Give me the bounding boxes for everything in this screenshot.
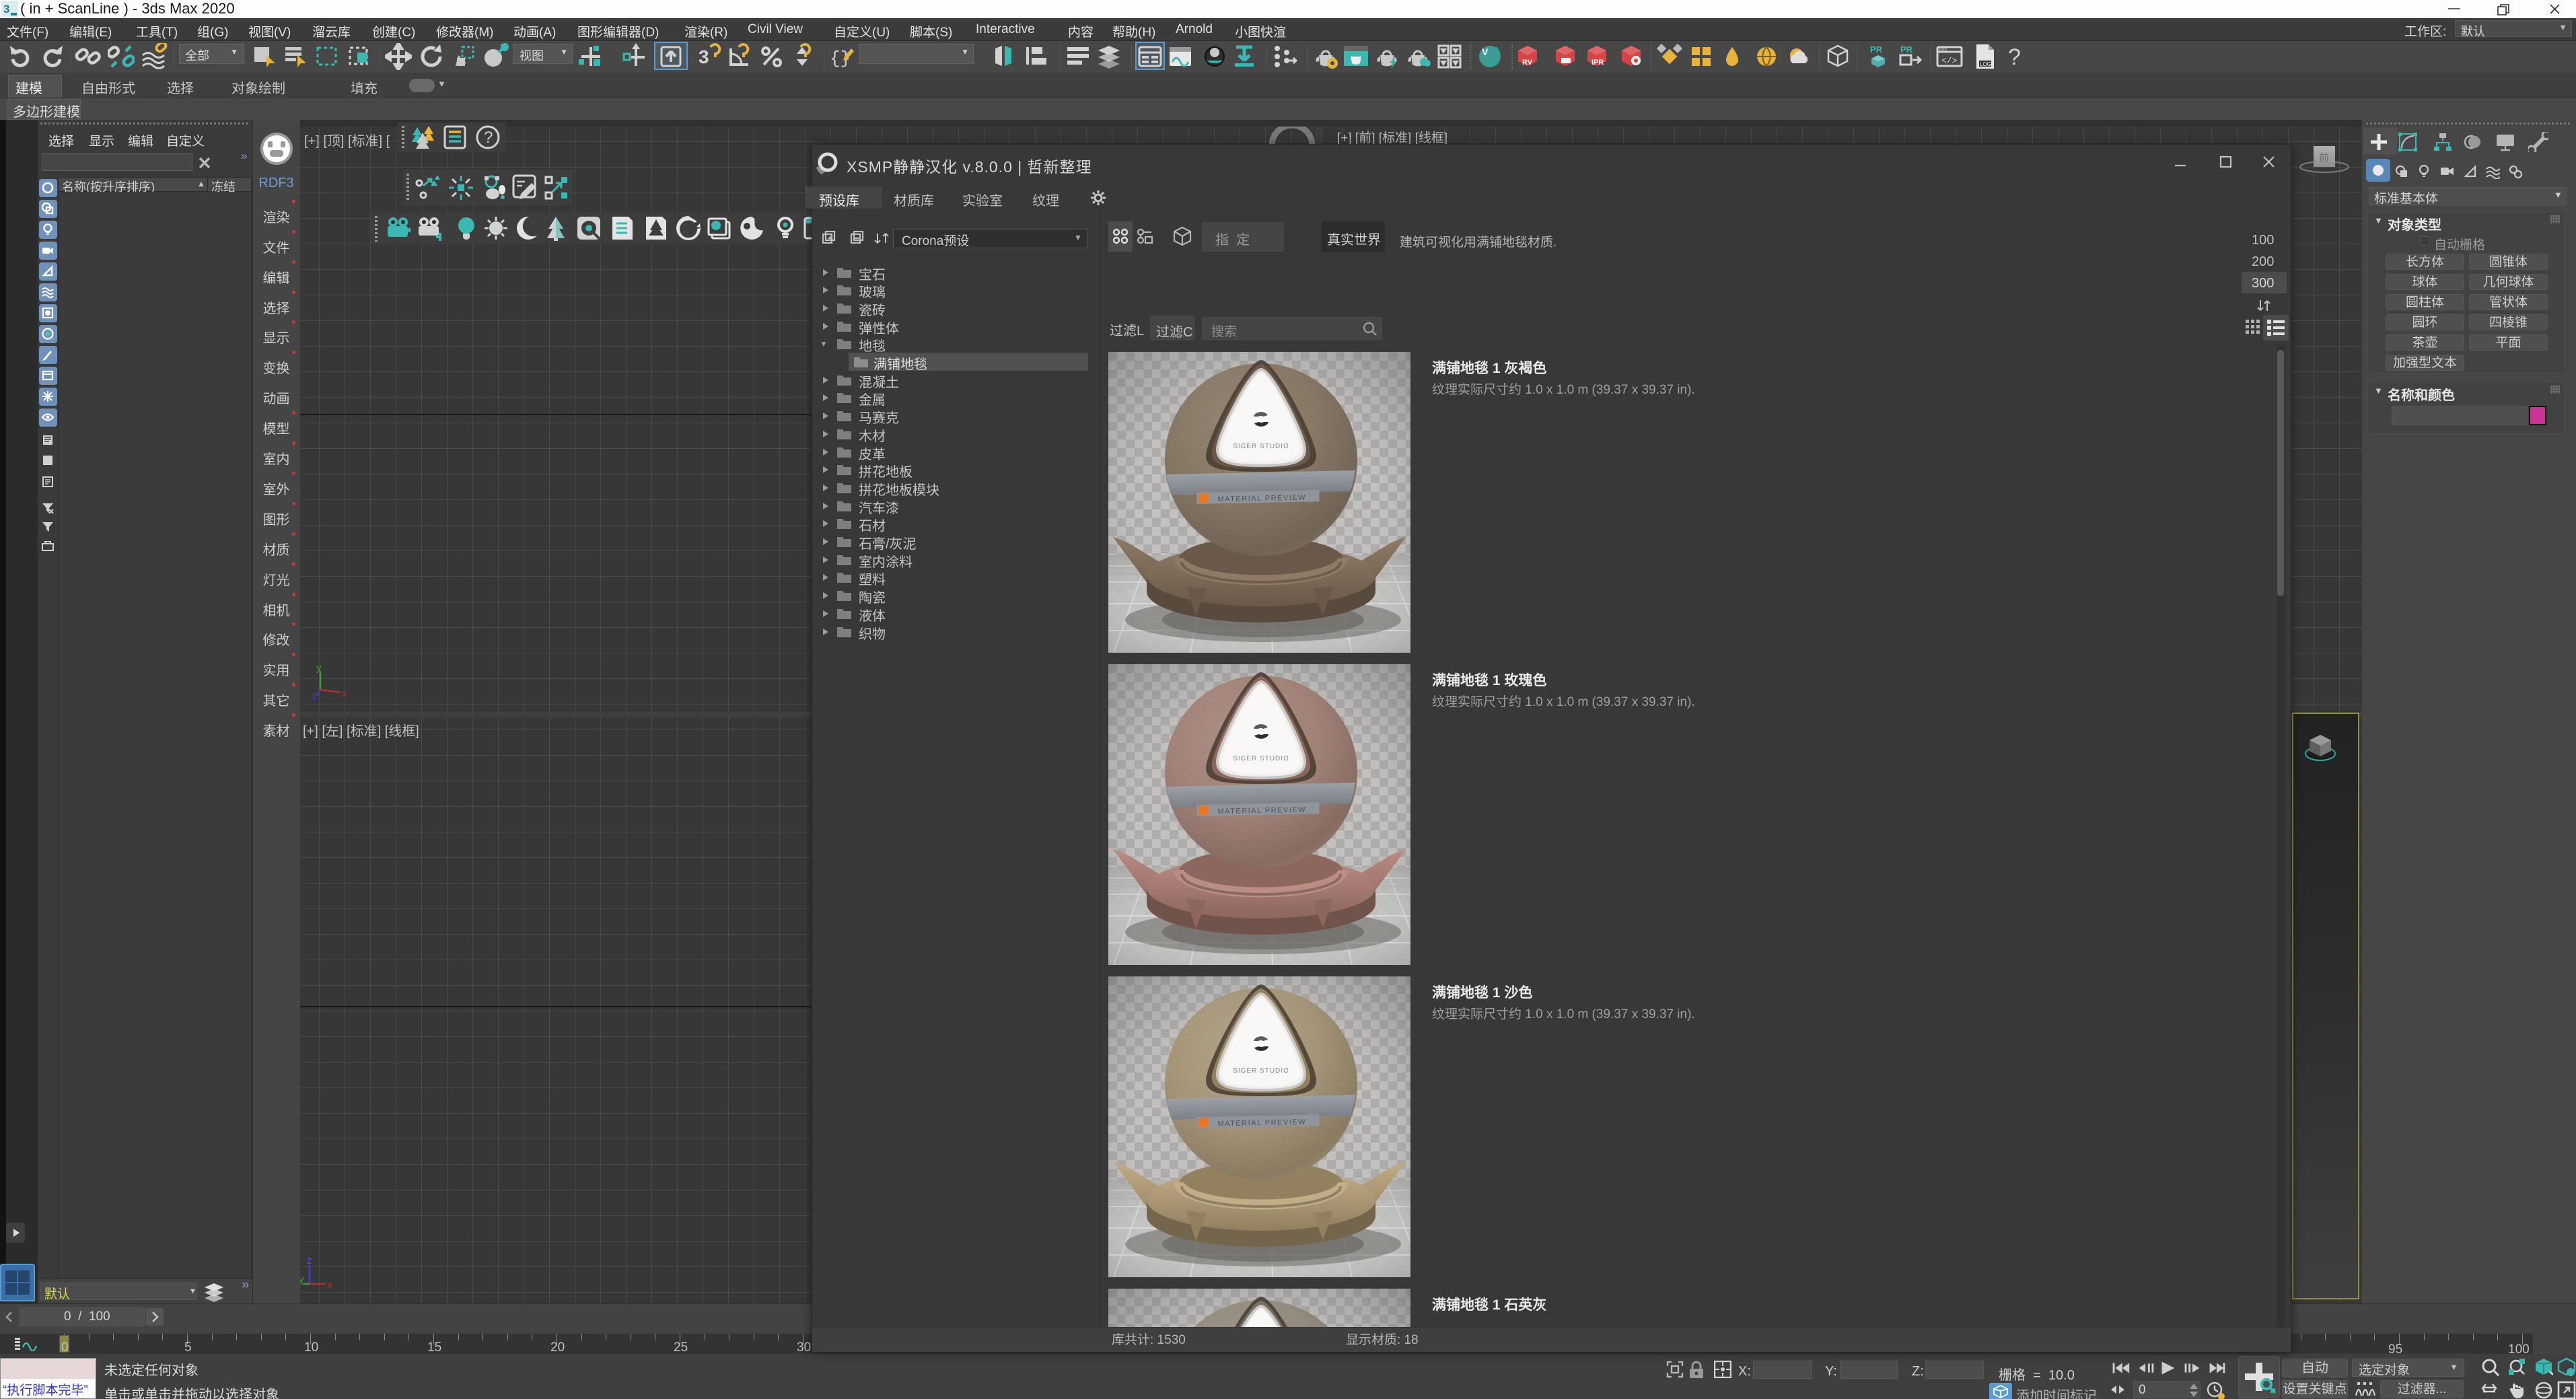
svg-text:</>: </> <box>1941 56 1958 66</box>
svg-text:RV: RV <box>1522 59 1533 67</box>
svg-text:SIGER STUDIO: SIGER STUDIO <box>1233 443 1289 450</box>
svg-text:3: 3 <box>3 3 9 15</box>
svg-text:V: V <box>1482 46 1489 57</box>
svg-text:PR: PR <box>1900 44 1913 55</box>
svg-text:IPR: IPR <box>1591 59 1604 67</box>
svg-text:SIGER STUDIO: SIGER STUDIO <box>1233 755 1289 762</box>
svg-text:z: z <box>312 690 318 700</box>
svg-text:?: ? <box>484 129 493 147</box>
svg-text:x: x <box>342 688 347 699</box>
svg-text:SIGER STUDIO: SIGER STUDIO <box>1233 1067 1289 1075</box>
svg-text:y: y <box>316 663 322 674</box>
svg-text:前: 前 <box>2319 152 2329 164</box>
svg-text:PR: PR <box>1870 44 1883 55</box>
svg-text:LOG: LOG <box>1980 61 1991 67</box>
svg-text:?: ? <box>2008 44 2021 70</box>
svg-text:z: z <box>307 1256 312 1266</box>
svg-text:3: 3 <box>699 46 709 67</box>
svg-text:x: x <box>327 1279 332 1291</box>
svg-text:C: C <box>1489 56 1495 67</box>
